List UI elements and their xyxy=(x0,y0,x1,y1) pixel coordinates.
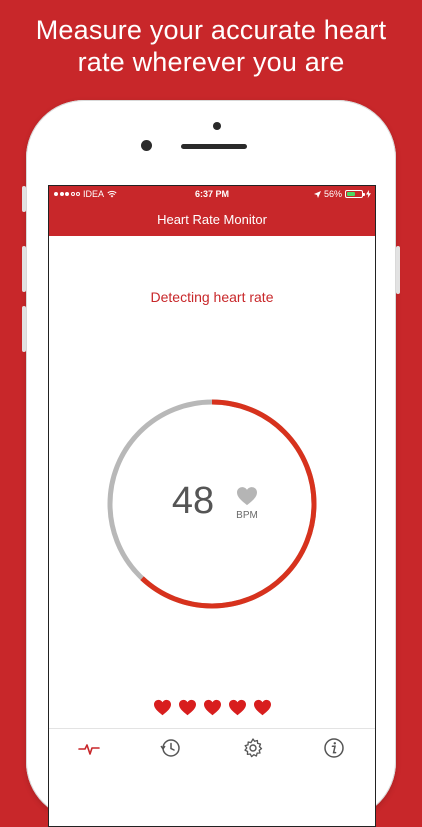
charging-bolt-icon xyxy=(366,190,371,198)
navigation-bar: Heart Rate Monitor xyxy=(49,203,375,236)
proximity-sensor xyxy=(213,122,221,130)
status-bar: IDEA 6:37 PM 56% xyxy=(49,186,375,203)
battery-percent: 56% xyxy=(323,189,342,199)
location-arrow-icon xyxy=(313,190,321,198)
heart-indicator-icon xyxy=(178,699,196,716)
front-camera xyxy=(141,140,152,151)
detection-status-text: Detecting heart rate xyxy=(150,289,274,305)
earpiece-speaker xyxy=(181,144,247,149)
heart-indicator-icon xyxy=(228,699,246,716)
nav-title: Heart Rate Monitor xyxy=(157,212,267,227)
headline-line-2: rate wherever you are xyxy=(77,47,345,77)
hearts-indicator xyxy=(49,699,375,716)
power-button xyxy=(396,246,400,294)
tab-bar xyxy=(49,728,375,826)
history-clock-icon[interactable] xyxy=(159,737,181,759)
volume-up-button xyxy=(22,246,26,292)
headline-line-1: Measure your accurate heart xyxy=(35,15,387,45)
heartbeat-icon[interactable] xyxy=(78,737,100,759)
status-right: 56% xyxy=(313,189,371,199)
heart-icon xyxy=(237,487,257,506)
marketing-headline: Measure your accurate heart rate whereve… xyxy=(0,14,422,78)
volume-down-button xyxy=(22,306,26,352)
info-icon[interactable] xyxy=(323,737,345,759)
battery-icon xyxy=(345,190,365,198)
app-screen: IDEA 6:37 PM 56% Heart Rate Monitor Dete… xyxy=(48,185,376,827)
heart-indicator-icon xyxy=(253,699,271,716)
heart-indicator-icon xyxy=(153,699,171,716)
phone-frame: IDEA 6:37 PM 56% Heart Rate Monitor Dete… xyxy=(22,100,400,827)
battery-fill xyxy=(347,192,355,196)
gear-icon[interactable] xyxy=(242,737,264,759)
bpm-value: 48 xyxy=(171,480,215,522)
mute-switch xyxy=(22,186,26,212)
bpm-unit-label: BPM xyxy=(236,510,258,521)
heart-indicator-icon xyxy=(203,699,221,716)
